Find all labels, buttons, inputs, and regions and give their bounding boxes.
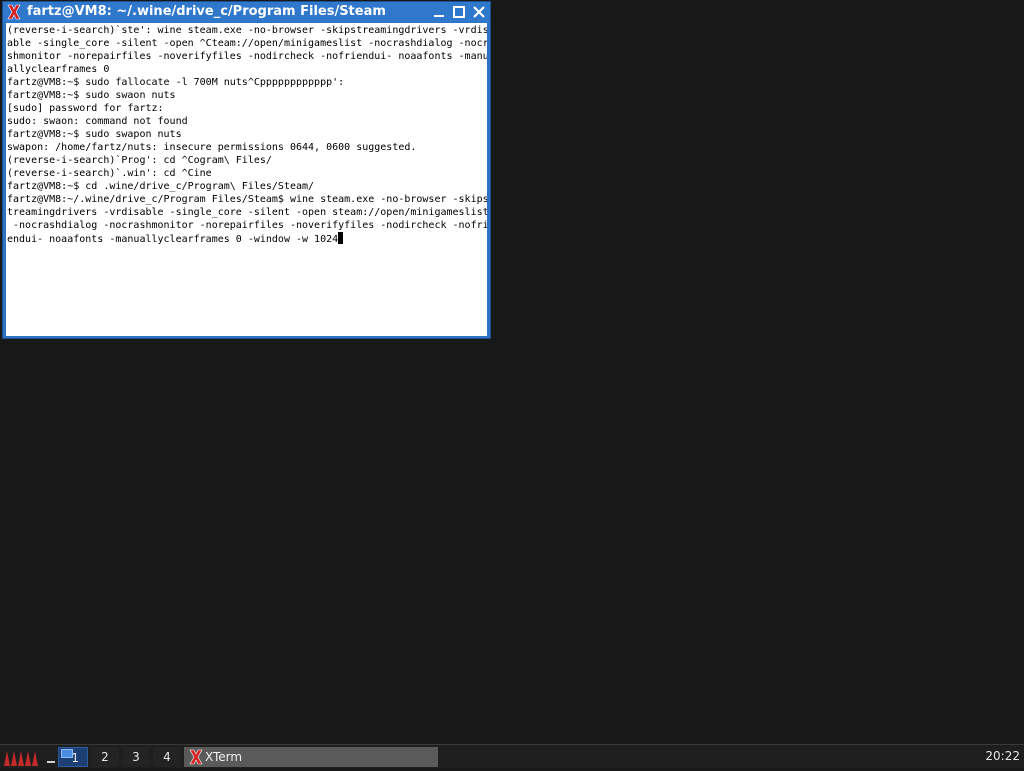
terminal-line: (reverse-i-search)`ste': wine steam.exe …	[7, 25, 487, 36]
start-menu-button[interactable]	[2, 747, 42, 767]
workspace-4-button[interactable]: 4	[153, 747, 181, 767]
workspace-3-button[interactable]: 3	[122, 747, 150, 767]
workspace-2-button[interactable]: 2	[91, 747, 119, 767]
terminal-line: [sudo] password for fartz:	[7, 103, 164, 114]
terminal-line: fartz@VM8:~$ sudo fallocate -l 700M nuts…	[7, 77, 345, 88]
terminal-line: able -single_core -silent -open ^Cteam:/…	[7, 38, 487, 49]
workspace-label: 1	[71, 751, 79, 765]
minimize-button[interactable]	[431, 4, 447, 20]
window-title: fartz@VM8: ~/.wine/drive_c/Program Files…	[27, 4, 386, 19]
terminal-line: (reverse-i-search)`Prog': cd ^Cogram\ Fi…	[7, 155, 272, 166]
menu-logo-icon	[2, 747, 42, 767]
terminal-line: swapon: /home/fartz/nuts: insecure permi…	[7, 142, 417, 153]
show-desktop-button[interactable]	[45, 747, 57, 767]
minimize-icon	[434, 15, 444, 17]
window-titlebar[interactable]: fartz@VM8: ~/.wine/drive_c/Program Files…	[3, 2, 490, 22]
xterm-x-icon	[7, 4, 21, 20]
terminal-line: fartz@VM8:~$ cd .wine/drive_c/Program\ F…	[7, 181, 315, 192]
terminal-line: treamingdrivers -vrdisable -single_core …	[7, 207, 487, 218]
terminal-line: -nocrashdialog -nocrashmonitor -norepair…	[7, 220, 487, 231]
terminal-line: fartz@VM8:~/.wine/drive_c/Program Files/…	[7, 194, 487, 205]
taskbar-item-label: XTerm	[205, 750, 243, 764]
xterm-window[interactable]: fartz@VM8: ~/.wine/drive_c/Program Files…	[2, 1, 491, 339]
text-cursor	[338, 232, 344, 244]
minimize-all-icon	[47, 761, 55, 763]
close-button[interactable]	[471, 4, 487, 20]
close-icon	[473, 6, 485, 18]
desktop: fartz@VM8: ~/.wine/drive_c/Program Files…	[0, 0, 1024, 744]
taskbar-item-xterm[interactable]: XTerm	[184, 747, 438, 767]
maximize-button[interactable]	[451, 4, 467, 20]
terminal-line: shmonitor -norepairfiles -noverifyfiles …	[7, 51, 487, 62]
taskbar: 1 2 3 4 XTerm 20:22	[0, 744, 1024, 768]
terminal-line: fartz@VM8:~$ sudo swaon nuts	[7, 90, 176, 101]
terminal-line: (reverse-i-search)`.win': cd ^Cine	[7, 168, 212, 179]
clock[interactable]: 20:22	[985, 745, 1020, 769]
xterm-x-icon	[189, 749, 203, 765]
terminal-line: allyclearframes 0	[7, 64, 110, 75]
terminal-line: fartz@VM8:~$ sudo swapon nuts	[7, 129, 182, 140]
terminal-command-text: endui- noaafonts -manuallyclearframes 0 …	[7, 234, 339, 245]
workspace-1-button[interactable]: 1	[58, 747, 88, 767]
terminal-prompt-line[interactable]: endui- noaafonts -manuallyclearframes 0 …	[7, 232, 487, 245]
maximize-icon	[453, 6, 465, 18]
terminal-output[interactable]: (reverse-i-search)`ste': wine steam.exe …	[6, 23, 487, 336]
terminal-line: sudo: swaon: command not found	[7, 116, 188, 127]
